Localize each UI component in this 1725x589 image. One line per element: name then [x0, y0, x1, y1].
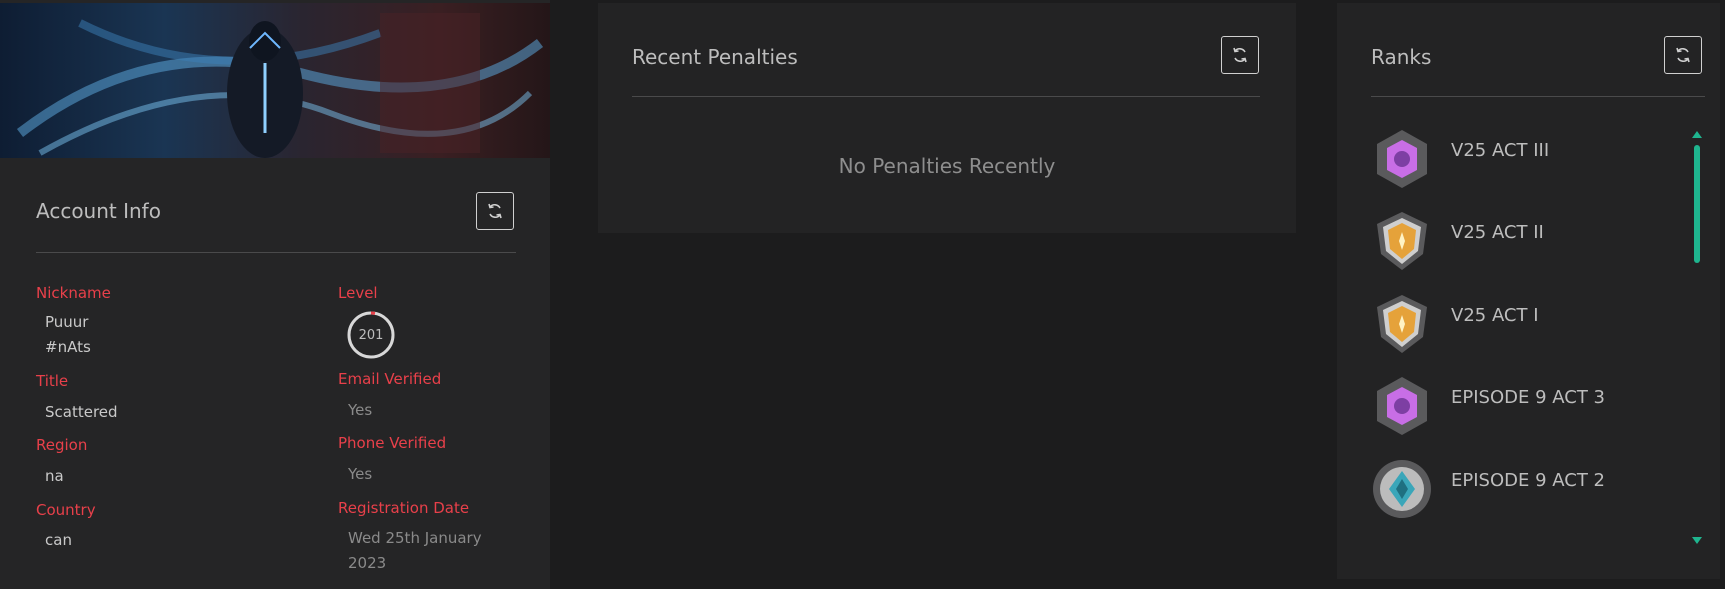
- penalties-divider: [632, 96, 1260, 97]
- ranks-panel: Ranks V25 ACT III V25 ACT II V25 ACT I E…: [1337, 3, 1720, 579]
- rank-item-partial: [1371, 541, 1671, 543]
- registration-date-value: Wed 25th January 2023: [348, 526, 482, 576]
- title-label: Title: [36, 372, 69, 390]
- recent-penalties-panel: Recent Penalties No Penalties Recently: [598, 3, 1296, 233]
- scroll-thumb[interactable]: [1694, 145, 1700, 263]
- rank-item: V25 ACT III: [1371, 128, 1671, 194]
- penalties-refresh-button[interactable]: [1221, 36, 1259, 74]
- level-value: 201: [358, 327, 384, 343]
- level-label: Level: [338, 284, 378, 302]
- country-label: Country: [36, 501, 96, 519]
- refresh-icon: [1233, 47, 1247, 63]
- rank-name: V25 ACT III: [1451, 140, 1550, 161]
- rank-name: V25 ACT II: [1451, 222, 1544, 243]
- rank-icon: [1371, 541, 1433, 543]
- phone-verified-label: Phone Verified: [338, 434, 447, 452]
- platinum-rank-icon: [1377, 130, 1427, 188]
- nickname-tag: #nAts: [45, 338, 91, 356]
- ranks-refresh-button[interactable]: [1664, 36, 1702, 74]
- registration-date-line2: 2023: [348, 554, 387, 572]
- rank-name: EPISODE 9 ACT 2: [1451, 470, 1605, 491]
- rank-list-scrollbar[interactable]: [1691, 128, 1703, 548]
- nickname-label: Nickname: [36, 284, 111, 302]
- scroll-down-arrow-icon[interactable]: [1692, 537, 1702, 544]
- email-verified-label: Email Verified: [338, 370, 442, 388]
- rank-list[interactable]: V25 ACT III V25 ACT II V25 ACT I EPISODE…: [1371, 123, 1671, 543]
- account-refresh-button[interactable]: [476, 192, 514, 230]
- phone-verified-value: Yes: [348, 465, 373, 483]
- email-verified-value: Yes: [348, 401, 373, 419]
- country-value: can: [45, 531, 72, 549]
- scroll-up-arrow-icon[interactable]: [1692, 131, 1702, 138]
- ranks-divider: [1371, 96, 1705, 97]
- refresh-icon: [1676, 47, 1690, 63]
- platinum-rank-icon: [1377, 377, 1427, 435]
- diamond-rank-icon: [1373, 460, 1431, 518]
- rank-name: EPISODE 9 ACT 3: [1451, 387, 1605, 408]
- registration-date-line1: Wed 25th January: [348, 529, 482, 547]
- account-info-panel: Account Info Nickname Puuur #nAts Level …: [0, 0, 550, 589]
- registration-date-label: Registration Date: [338, 499, 470, 517]
- ranks-title: Ranks: [1371, 45, 1432, 69]
- rank-name: V25 ACT I: [1451, 305, 1539, 326]
- rank-item: EPISODE 9 ACT 3: [1371, 375, 1671, 441]
- account-info-title: Account Info: [36, 199, 161, 223]
- rank-item: V25 ACT II: [1371, 210, 1671, 276]
- gold-rank-icon: [1377, 212, 1427, 270]
- rank-item: EPISODE 9 ACT 2: [1371, 458, 1671, 524]
- recent-penalties-title: Recent Penalties: [632, 45, 798, 69]
- rank-item: V25 ACT I: [1371, 293, 1671, 359]
- nickname-name: Puuur: [45, 313, 89, 331]
- title-value: Scattered: [45, 403, 118, 421]
- profile-banner-image: [0, 3, 550, 158]
- gold-rank-icon: [1377, 295, 1427, 353]
- account-divider: [36, 252, 516, 253]
- region-value: na: [45, 467, 64, 485]
- region-label: Region: [36, 436, 88, 454]
- nickname-value: Puuur #nAts: [45, 310, 91, 360]
- no-penalties-message: No Penalties Recently: [838, 154, 1056, 178]
- refresh-icon: [488, 203, 502, 219]
